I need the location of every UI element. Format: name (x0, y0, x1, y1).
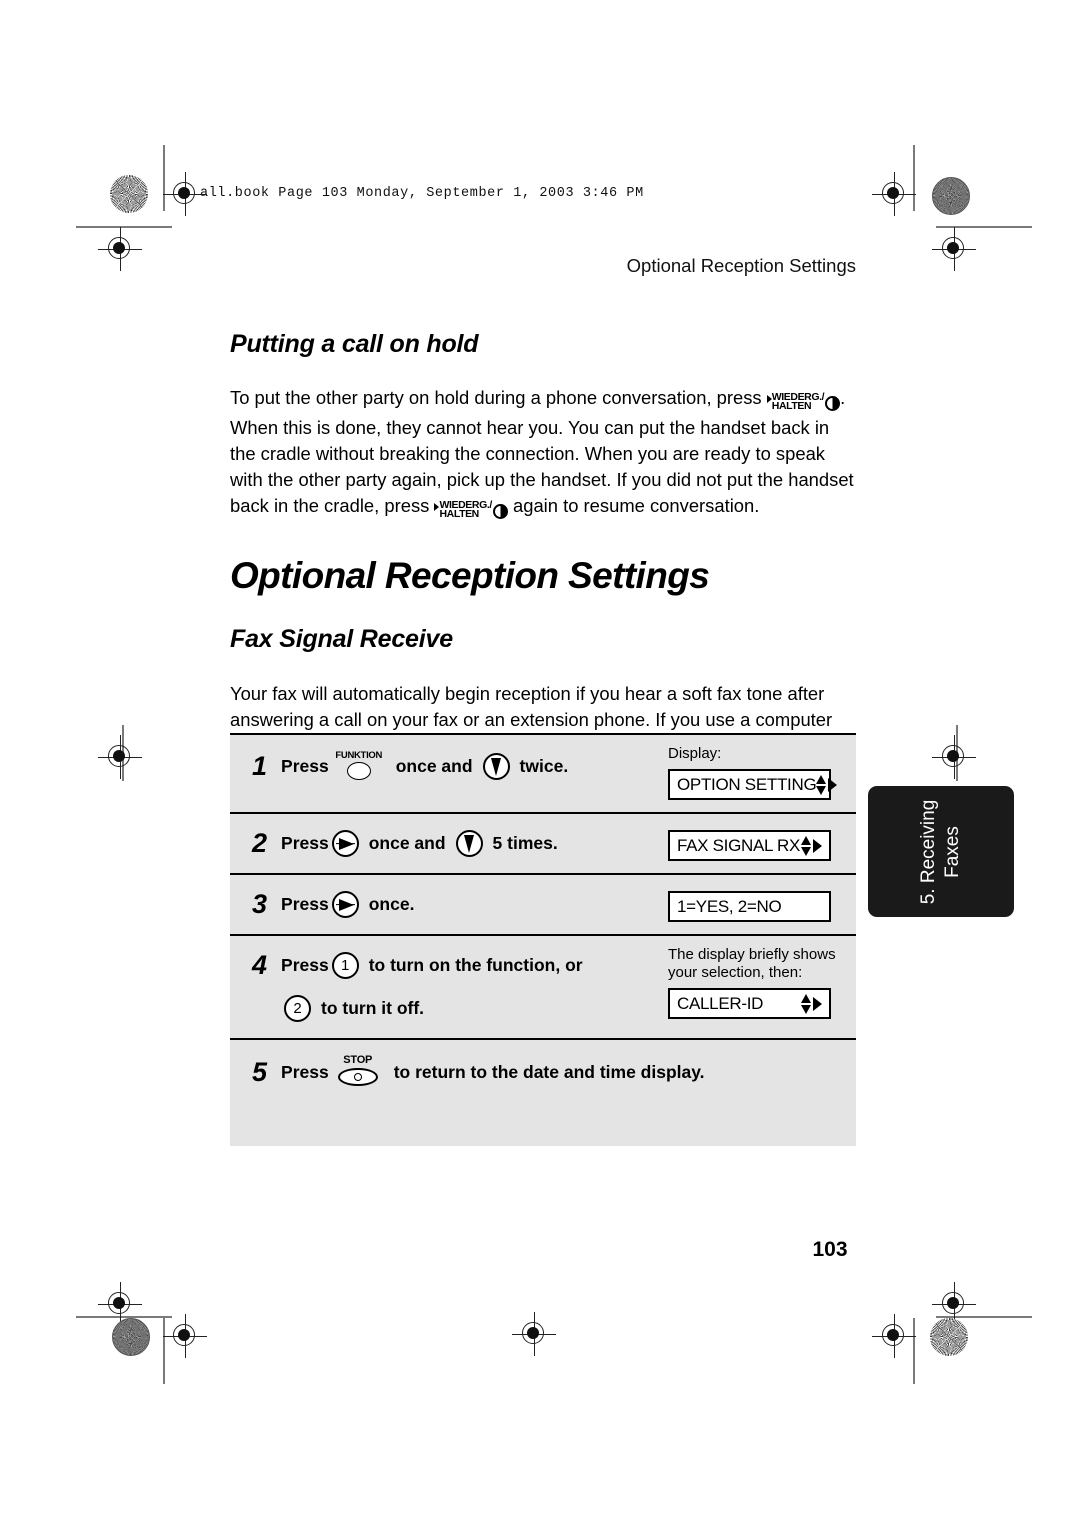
paragraph-hold: To put the other party on hold during a … (230, 385, 856, 523)
stop-key-icon[interactable]: STOP (333, 1054, 383, 1088)
lcd-display: CALLER-ID (668, 988, 831, 1019)
wiederg-halten-key-icon: WIEDERG./HALTEN (766, 389, 841, 415)
right-arrow-icon (828, 777, 838, 792)
step-4-display: The display briefly shows your selection… (660, 936, 856, 1031)
wiederg-halten-key-icon-2: WIEDERG./HALTEN (434, 497, 508, 523)
step-1-display: Display: OPTION SETTING (660, 735, 856, 812)
step-3-press-label: Press (281, 894, 329, 914)
step-4-number: 4 (252, 950, 268, 980)
lcd-display: OPTION SETTING (668, 769, 838, 800)
step-2-tail-text: 5 times. (492, 833, 558, 853)
lcd-display-text: OPTION SETTING (677, 774, 817, 794)
registration-burst-top-right (932, 177, 970, 215)
chapter-side-tab-text: 5. Receiving Faxes (917, 799, 965, 904)
lcd-display-text: CALLER-ID (677, 993, 764, 1013)
right-arrow-key-icon[interactable] (331, 891, 359, 918)
down-arrow-key-icon[interactable] (455, 830, 483, 857)
funktion-key-label: FUNKTION (335, 750, 383, 761)
page-number: 103 (812, 1238, 848, 1261)
step-3-tail-text: once. (368, 894, 415, 914)
wiederg-halten-2-line2: HALTEN (439, 508, 479, 520)
up-down-arrow-icon (801, 993, 812, 1014)
step-2-press-label: Press (281, 833, 329, 853)
step-5-press-label: Press (281, 1061, 329, 1082)
registration-cross-top-right (872, 172, 916, 216)
procedure-steps-panel: 1 Press FUNKTION once and twice. Display… (230, 733, 856, 1146)
registration-cross-left-upper (98, 227, 142, 271)
step-3-display: 1=YES, 2=NO (660, 875, 856, 934)
up-down-arrow-icon (816, 774, 827, 795)
step-4-display-caption: The display briefly shows your selection… (668, 946, 836, 981)
registration-cross-right-upper (932, 227, 976, 271)
step-5-number: 5 (252, 1056, 268, 1087)
step-5-tail-text: to return to the date and time display. (393, 1061, 705, 1082)
section-heading-putting-a-call-on-hold: Putting a call on hold (230, 330, 479, 358)
step-4-instruction: 4 Press 1 to turn on the function, or 4 … (230, 936, 660, 1038)
step-1-tail-text: twice. (519, 755, 569, 776)
registration-burst-bottom-right (930, 1318, 968, 1356)
step-2-number: 2 (252, 828, 268, 858)
step-1-mid-text: once and (395, 755, 473, 776)
lcd-arrow-indicators (801, 835, 822, 856)
registration-cross-bottom-center (512, 1312, 556, 1356)
registration-cross-bottom-left-2 (163, 1314, 207, 1358)
step-row: 5 Press STOP to return to the date and t… (230, 1038, 856, 1146)
file-print-stamp: all.book Page 103 Monday, September 1, 2… (200, 186, 644, 201)
registration-cross-right-middle (932, 735, 976, 779)
right-arrow-icon (813, 996, 822, 1011)
lcd-display-text: 1=YES, 2=NO (677, 896, 782, 916)
step-row: 2 Press once and 5 times. FAX SIGNAL RX (230, 812, 856, 873)
step-row: 3 Press once. 1=YES, 2=NO (230, 873, 856, 934)
step-5-instruction: 5 Press STOP to return to the date and t… (230, 1040, 856, 1104)
up-down-arrow-icon (801, 835, 812, 856)
chapter-side-tab-line2: Faxes (942, 825, 963, 878)
step-row: 1 Press FUNKTION once and twice. Display… (230, 733, 856, 812)
page-title: Optional Reception Settings (230, 555, 710, 596)
section-heading-fax-signal-receive: Fax Signal Receive (230, 625, 453, 653)
registration-burst-top-left (110, 175, 148, 213)
down-arrow-key-icon[interactable] (482, 752, 510, 780)
lcd-arrow-indicators (801, 993, 822, 1014)
wiederg-halten-line2: HALTEN (771, 400, 812, 412)
chapter-side-tab: 5. Receiving Faxes (868, 786, 1014, 917)
running-head: Optional Reception Settings (626, 255, 856, 276)
step-2-instruction: 2 Press once and 5 times. (230, 814, 660, 873)
stop-key-label: STOP (343, 1054, 373, 1066)
lcd-arrow-indicators (816, 774, 838, 795)
step-1-number: 1 (252, 750, 268, 781)
step-4-mid-text: to turn on the function, or (368, 955, 583, 975)
step-3-instruction: 3 Press once. (230, 875, 660, 934)
hold-paragraph-part3: again to resume conversation. (513, 495, 760, 516)
step-row: 4 Press 1 to turn on the function, or 4 … (230, 934, 856, 1038)
lcd-display-text: FAX SIGNAL RX (677, 835, 801, 855)
lcd-display: 1=YES, 2=NO (668, 891, 831, 922)
right-arrow-icon (813, 838, 822, 853)
digit-2-key-icon[interactable]: 2 (284, 995, 312, 1022)
right-arrow-key-icon[interactable] (331, 830, 359, 857)
step-1-instruction: 1 Press FUNKTION once and twice. (230, 735, 660, 797)
step-2-display: FAX SIGNAL RX (660, 814, 856, 873)
registration-burst-bottom-left (112, 1318, 150, 1356)
step-1-press-label: Press (281, 755, 329, 776)
registration-cross-bottom-right (872, 1314, 916, 1358)
step-3-number: 3 (252, 889, 268, 919)
digit-1-key-icon[interactable]: 1 (331, 952, 359, 979)
step-2-mid-text: once and (368, 833, 446, 853)
step-4-press-label: Press (281, 955, 329, 975)
chapter-side-tab-line1: 5. Receiving (918, 799, 939, 904)
step-1-display-caption: Display: (668, 745, 722, 762)
registration-cross-left-middle (98, 735, 142, 779)
funktion-key-icon[interactable]: FUNKTION (332, 750, 386, 781)
hold-paragraph-part1: To put the other party on hold during a … (230, 387, 762, 408)
lcd-display: FAX SIGNAL RX (668, 830, 831, 861)
step-4-tail-text: to turn it off. (321, 998, 425, 1018)
